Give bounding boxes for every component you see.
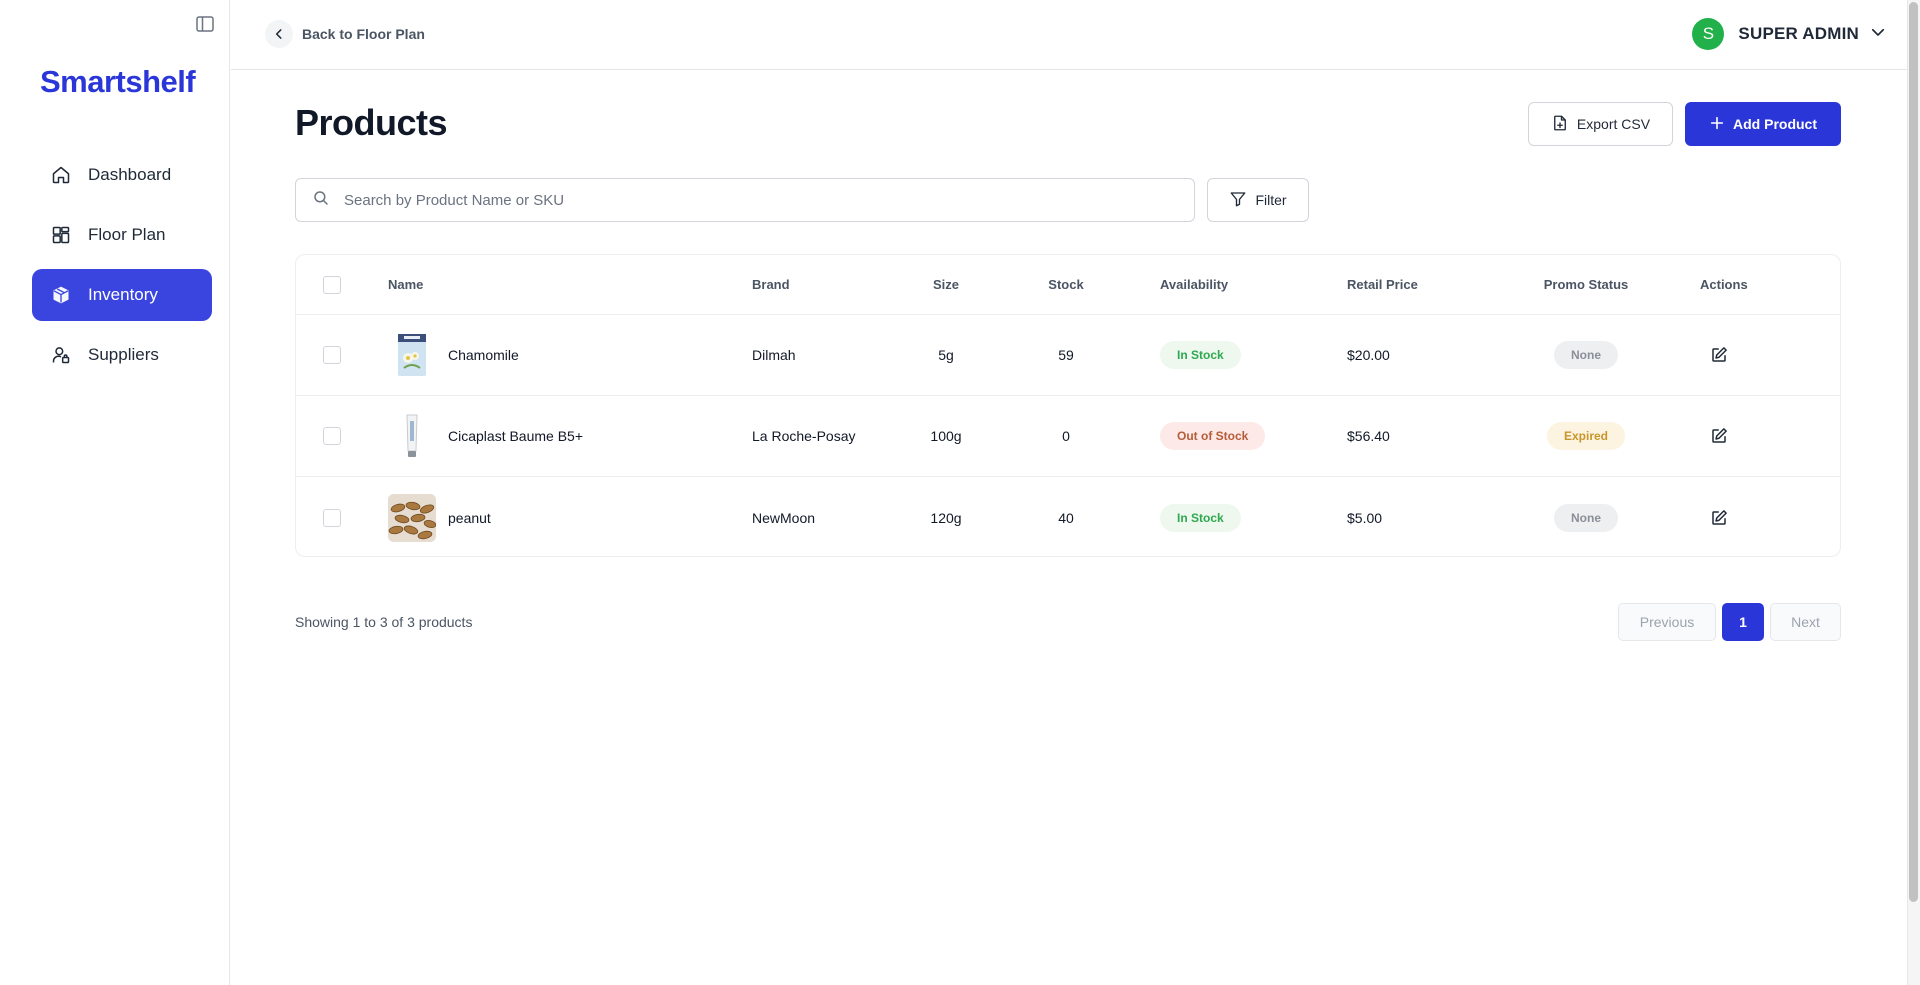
product-size: 100g <box>930 428 962 444</box>
filter-button[interactable]: Filter <box>1207 178 1309 222</box>
promo-status-badge: None <box>1554 503 1618 532</box>
search-icon <box>312 189 330 212</box>
back-label: Back to Floor Plan <box>302 26 425 42</box>
home-icon <box>50 164 72 186</box>
sidebar: Smartshelf Dashboard Floor Plan Inventor… <box>0 0 230 985</box>
chevron-down-icon <box>1869 23 1887 46</box>
sidebar-item-label: Suppliers <box>88 345 159 364</box>
sidebar-item-dashboard[interactable]: Dashboard <box>32 149 212 201</box>
header-stock[interactable]: Stock <box>1016 255 1116 314</box>
brand-logo[interactable]: Smartshelf <box>40 64 196 100</box>
row-checkbox[interactable] <box>323 508 341 527</box>
row-checkbox[interactable] <box>323 346 341 364</box>
table-row[interactable]: Cicaplast Baume B5+ La Roche-Posay 100g … <box>296 396 1840 477</box>
search-box <box>295 178 1195 222</box>
avatar: S <box>1692 18 1725 50</box>
product-name: peanut <box>448 509 491 526</box>
select-all-cell <box>323 255 341 314</box>
select-all-checkbox[interactable] <box>323 275 341 294</box>
promo-status-badge: Expired <box>1546 422 1625 450</box>
header-size[interactable]: Size <box>896 255 996 314</box>
header-promo-status[interactable]: Promo Status <box>1511 255 1661 314</box>
pagination-summary: Showing 1 to 3 of 3 products <box>295 614 473 630</box>
sidebar-item-suppliers[interactable]: Suppliers <box>32 329 212 381</box>
plus-icon <box>1709 115 1733 134</box>
availability-badge: In Stock <box>1160 503 1241 532</box>
topbar: Back to Floor Plan S SUPER ADMIN <box>231 0 1907 70</box>
header-name[interactable]: Name <box>388 255 423 314</box>
sidebar-nav: Dashboard Floor Plan Inventory Suppliers <box>32 149 212 389</box>
product-stock: 0 <box>1062 428 1070 444</box>
header-retail-price[interactable]: Retail Price <box>1347 255 1418 314</box>
user-name: SUPER ADMIN <box>1738 24 1859 43</box>
product-brand: La Roche-Posay <box>752 428 856 444</box>
add-product-button[interactable]: Add Product <box>1685 102 1841 146</box>
product-thumbnail-tea-box <box>388 331 436 379</box>
product-stock: 59 <box>1058 347 1074 363</box>
sidebar-item-label: Dashboard <box>88 165 172 184</box>
file-export-icon <box>1551 114 1577 135</box>
product-name: Chamomile <box>448 347 519 363</box>
header-actions: Actions <box>1700 277 1748 292</box>
export-label: Export CSV <box>1576 116 1651 132</box>
sidebar-item-label: Floor Plan <box>88 225 166 244</box>
floor-plan-icon <box>50 224 72 246</box>
table-row[interactable]: Chamomile Dilmah 5g 59 In Stock $20.00 N… <box>296 315 1840 396</box>
scrollbar-thumb[interactable] <box>1909 2 1918 902</box>
sidebar-item-label: Inventory <box>88 285 158 304</box>
previous-page-button[interactable]: Previous <box>1618 603 1716 641</box>
chevron-left-icon <box>265 20 293 48</box>
export-csv-button[interactable]: Export CSV <box>1528 102 1673 146</box>
product-price: $20.00 <box>1347 347 1390 363</box>
edit-icon[interactable] <box>1708 344 1730 366</box>
page-title: Products <box>295 102 448 143</box>
product-thumbnail-peanuts <box>388 493 436 542</box>
sidebar-item-inventory[interactable]: Inventory <box>32 269 212 321</box>
availability-badge: In Stock <box>1160 341 1241 369</box>
products-table: Name Brand Size Stock Availability Retai… <box>295 254 1841 557</box>
user-menu[interactable]: S SUPER ADMIN <box>1692 18 1887 50</box>
sidebar-item-floor-plan[interactable]: Floor Plan <box>32 209 212 261</box>
header-availability[interactable]: Availability <box>1160 255 1228 314</box>
product-brand: NewMoon <box>752 509 816 526</box>
filter-label: Filter <box>1255 192 1287 208</box>
pagination: Previous 1 Next <box>1618 603 1841 641</box>
availability-badge: Out of Stock <box>1160 422 1266 450</box>
table-header: Name Brand Size Stock Availability Retai… <box>296 255 1840 315</box>
product-price: $56.40 <box>1347 428 1390 444</box>
suppliers-user-icon <box>50 344 72 366</box>
product-price: $5.00 <box>1347 509 1383 526</box>
product-size: 120g <box>930 509 962 526</box>
edit-icon[interactable] <box>1708 507 1730 529</box>
header-brand[interactable]: Brand <box>752 255 790 314</box>
product-stock: 40 <box>1058 509 1074 526</box>
back-to-floor-plan-link[interactable]: Back to Floor Plan <box>265 20 425 48</box>
table-row[interactable]: peanut NewMoon 120g 40 In Stock $5.00 No… <box>296 477 1840 556</box>
product-brand: Dilmah <box>752 347 796 363</box>
next-page-button[interactable]: Next <box>1770 603 1841 641</box>
search-input[interactable] <box>344 191 1144 209</box>
scrollbar[interactable] <box>1907 0 1920 985</box>
product-size: 5g <box>938 347 954 363</box>
product-name: Cicaplast Baume B5+ <box>448 428 584 444</box>
filter-icon <box>1229 190 1255 211</box>
page-1-button[interactable]: 1 <box>1722 603 1764 641</box>
inventory-box-icon <box>50 284 72 306</box>
add-label: Add Product <box>1733 116 1817 132</box>
edit-icon[interactable] <box>1708 425 1730 447</box>
sidebar-toggle-icon[interactable] <box>194 13 216 35</box>
row-checkbox[interactable] <box>323 427 341 445</box>
product-thumbnail-cream-tube <box>388 412 436 460</box>
promo-status-badge: None <box>1554 341 1618 369</box>
